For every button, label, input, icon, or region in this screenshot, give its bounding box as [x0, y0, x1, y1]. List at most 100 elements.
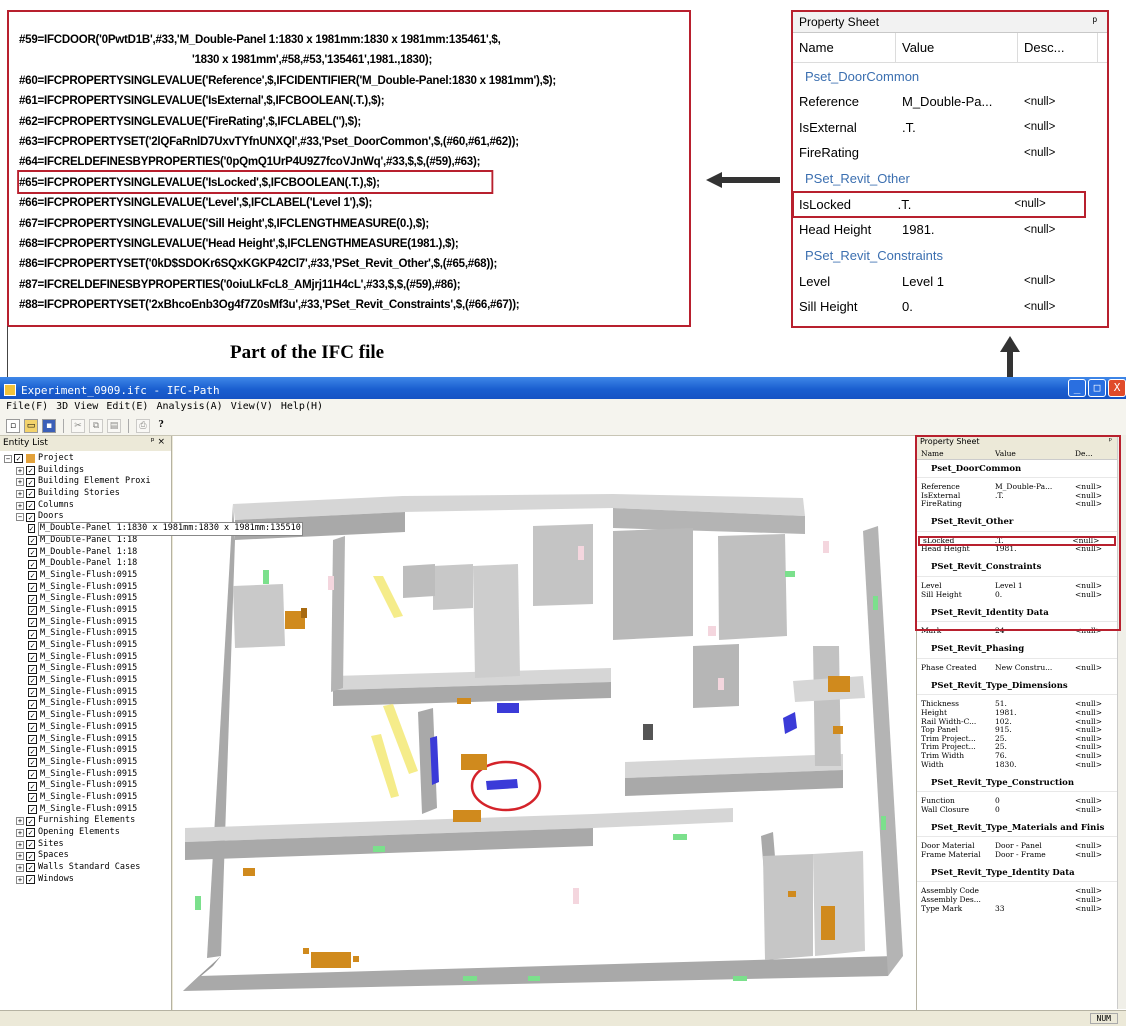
checkbox-checked-icon[interactable]: ✓ [28, 653, 37, 663]
property-row[interactable]: Sill Height 0. <null> [917, 591, 1126, 600]
property-row[interactable]: Wall Closure 0 <null> [917, 806, 1126, 815]
checkbox-checked-icon[interactable]: ✓ [26, 501, 35, 511]
property-row[interactable]: Function 0 <null> [917, 797, 1126, 806]
checkbox-checked-icon[interactable]: ✓ [28, 676, 37, 686]
pin-icon[interactable]: ᵖ [1109, 436, 1112, 445]
tree-item[interactable]: ✓ M_Single-Flush:0915 [2, 640, 171, 652]
property-row[interactable]: Trim Project... 25. <null> [917, 743, 1126, 752]
checkbox-checked-icon[interactable]: ✓ [28, 559, 37, 569]
close-button[interactable]: X [1108, 379, 1126, 397]
tree-item[interactable]: + ✓ Spaces [2, 850, 171, 862]
collapse-icon[interactable]: − [4, 454, 12, 463]
property-row[interactable]: Level Level 1 <null> [917, 582, 1126, 591]
property-row[interactable]: Thickness 51. <null> [917, 700, 1126, 709]
tree-item[interactable]: ✓ M_Double-Panel 1:1830 x 1981mm:1830 x 1… [2, 522, 303, 536]
checkbox-checked-icon[interactable]: ✓ [28, 711, 37, 721]
property-section-header[interactable]: PSet_Revit_Constraints [793, 243, 1107, 269]
tree-item[interactable]: ✓ M_Single-Flush:0915 [2, 780, 171, 792]
property-section-header[interactable]: PSet_Revit_Type_Construction [917, 774, 1126, 793]
tree-item[interactable]: ✓ M_Single-Flush:0915 [2, 710, 171, 722]
checkbox-checked-icon[interactable]: ✓ [26, 840, 35, 850]
collapse-icon[interactable]: − [16, 513, 24, 522]
checkbox-checked-icon[interactable]: ✓ [26, 851, 35, 861]
tree-item[interactable]: ✓ M_Double-Panel 1:18 [2, 558, 171, 570]
pin-icon[interactable]: ᵖ [1092, 14, 1097, 28]
property-row[interactable]: Rail Width-C... 102. <null> [917, 718, 1126, 727]
tree-item[interactable]: + ✓ Columns [2, 500, 171, 512]
tree-item[interactable]: + ✓ Windows [2, 874, 171, 886]
property-row[interactable]: Phase Created New Constru... <null> [917, 664, 1126, 673]
property-row[interactable]: Head Height 1981. <null> [793, 217, 1107, 243]
property-row[interactable]: Trim Project... 25. <null> [917, 735, 1126, 744]
tree-item[interactable]: + ✓ Sites [2, 839, 171, 851]
checkbox-checked-icon[interactable]: ✓ [26, 466, 35, 476]
menu-help[interactable]: Help(H) [281, 401, 323, 414]
checkbox-checked-icon[interactable]: ✓ [28, 723, 37, 733]
column-header-desc[interactable]: De... [1071, 449, 1119, 458]
tree-item[interactable]: ✓ M_Single-Flush:0915 [2, 605, 171, 617]
expand-icon[interactable]: + [16, 852, 24, 861]
property-section-header[interactable]: PSet_Revit_Type_Dimensions [917, 677, 1126, 696]
expand-icon[interactable]: + [16, 478, 24, 487]
tree-item[interactable]: ✓ M_Single-Flush:0915 [2, 698, 171, 710]
tree-item[interactable]: + ✓ Furnishing Elements [2, 815, 171, 827]
tree-item[interactable]: + ✓ Opening Elements [2, 827, 171, 839]
tree-item[interactable]: ✓ M_Single-Flush:0915 [2, 663, 171, 675]
expand-icon[interactable]: + [16, 863, 24, 872]
checkbox-checked-icon[interactable]: ✓ [28, 547, 37, 557]
tree-item[interactable]: ✓ M_Single-Flush:0915 [2, 687, 171, 699]
checkbox-checked-icon[interactable]: ✓ [28, 699, 37, 709]
property-row[interactable]: FireRating <null> [917, 500, 1126, 509]
checkbox-checked-icon[interactable]: ✓ [28, 734, 37, 744]
pin-icon[interactable]: ᵖ × [151, 437, 165, 447]
checkbox-checked-icon[interactable]: ✓ [26, 512, 35, 522]
expand-icon[interactable]: + [16, 501, 24, 510]
tree-item[interactable]: + ✓ Buildings [2, 465, 171, 477]
property-section-header[interactable]: PSet_Revit_Identity Data [917, 604, 1126, 623]
checkbox-checked-icon[interactable]: ✓ [28, 793, 37, 803]
checkbox-checked-icon[interactable]: ✓ [28, 641, 37, 651]
menu-edit[interactable]: Edit(E) [106, 401, 148, 414]
tree-item[interactable]: ✓ M_Double-Panel 1:18 [2, 547, 171, 559]
property-row[interactable]: Level Level 1 <null> [793, 269, 1107, 295]
minimize-button[interactable]: _ [1068, 379, 1086, 397]
paste-icon[interactable]: ▤ [107, 418, 121, 433]
help-icon[interactable]: ? [154, 419, 168, 433]
maximize-button[interactable]: □ [1088, 379, 1106, 397]
tree-item[interactable]: + ✓ Walls Standard Cases [2, 862, 171, 874]
cut-icon[interactable]: ✂ [71, 418, 85, 433]
property-row[interactable]: IsExternal .T. <null> [917, 492, 1126, 501]
property-section-header[interactable]: PSet_Revit_Type_Materials and Finis [917, 819, 1126, 838]
checkbox-checked-icon[interactable]: ✓ [28, 746, 37, 756]
new-file-icon[interactable]: ▫ [6, 418, 20, 433]
property-row[interactable]: IsExternal .T. <null> [793, 115, 1107, 141]
tree-item[interactable]: ✓ M_Double-Panel 1:18 [2, 535, 171, 547]
menu-3d-view[interactable]: 3D View [56, 401, 98, 414]
property-row[interactable]: Assembly Des... <null> [917, 896, 1126, 905]
property-section-header[interactable]: Pset_DoorCommon [793, 63, 1107, 89]
property-row[interactable]: Reference M_Double-Pa... <null> [917, 483, 1126, 492]
property-row[interactable]: Type Mark 33 <null> [917, 905, 1126, 914]
tree-item[interactable]: ✓ M_Single-Flush:0915 [2, 734, 171, 746]
property-section-header[interactable]: Pset_DoorCommon [917, 460, 1126, 478]
property-row[interactable]: Door Material Door - Panel <null> [917, 842, 1126, 851]
checkbox-checked-icon[interactable]: ✓ [28, 571, 37, 581]
property-row[interactable]: Head Height 1981. <null> [917, 545, 1126, 554]
property-row[interactable]: FireRating <null> [793, 140, 1107, 166]
checkbox-checked-icon[interactable]: ✓ [28, 758, 37, 768]
property-section-header[interactable]: PSet_Revit_Other [793, 166, 1107, 192]
property-row[interactable]: Trim Width 76. <null> [917, 752, 1126, 761]
menu-file[interactable]: File(F) [6, 401, 48, 414]
property-row[interactable]: Assembly Code <null> [917, 887, 1126, 896]
property-row[interactable]: Frame Material Door - Frame <null> [917, 851, 1126, 860]
tree-item[interactable]: − ✓ Project [2, 453, 171, 465]
tree-item[interactable]: ✓ M_Single-Flush:0915 [2, 582, 171, 594]
tree-item[interactable]: ✓ M_Single-Flush:0915 [2, 652, 171, 664]
checkbox-checked-icon[interactable]: ✓ [28, 617, 37, 627]
property-row[interactable]: Mark 24 <null> [917, 627, 1126, 636]
column-header-value[interactable]: Value [896, 33, 1018, 62]
property-row[interactable]: sLocked .T. <null> [918, 535, 1116, 547]
print-icon[interactable]: ⎙ [136, 418, 150, 433]
property-section-header[interactable]: PSet_Revit_Type_Identity Data [917, 864, 1126, 883]
checkbox-checked-icon[interactable]: ✓ [28, 804, 37, 814]
